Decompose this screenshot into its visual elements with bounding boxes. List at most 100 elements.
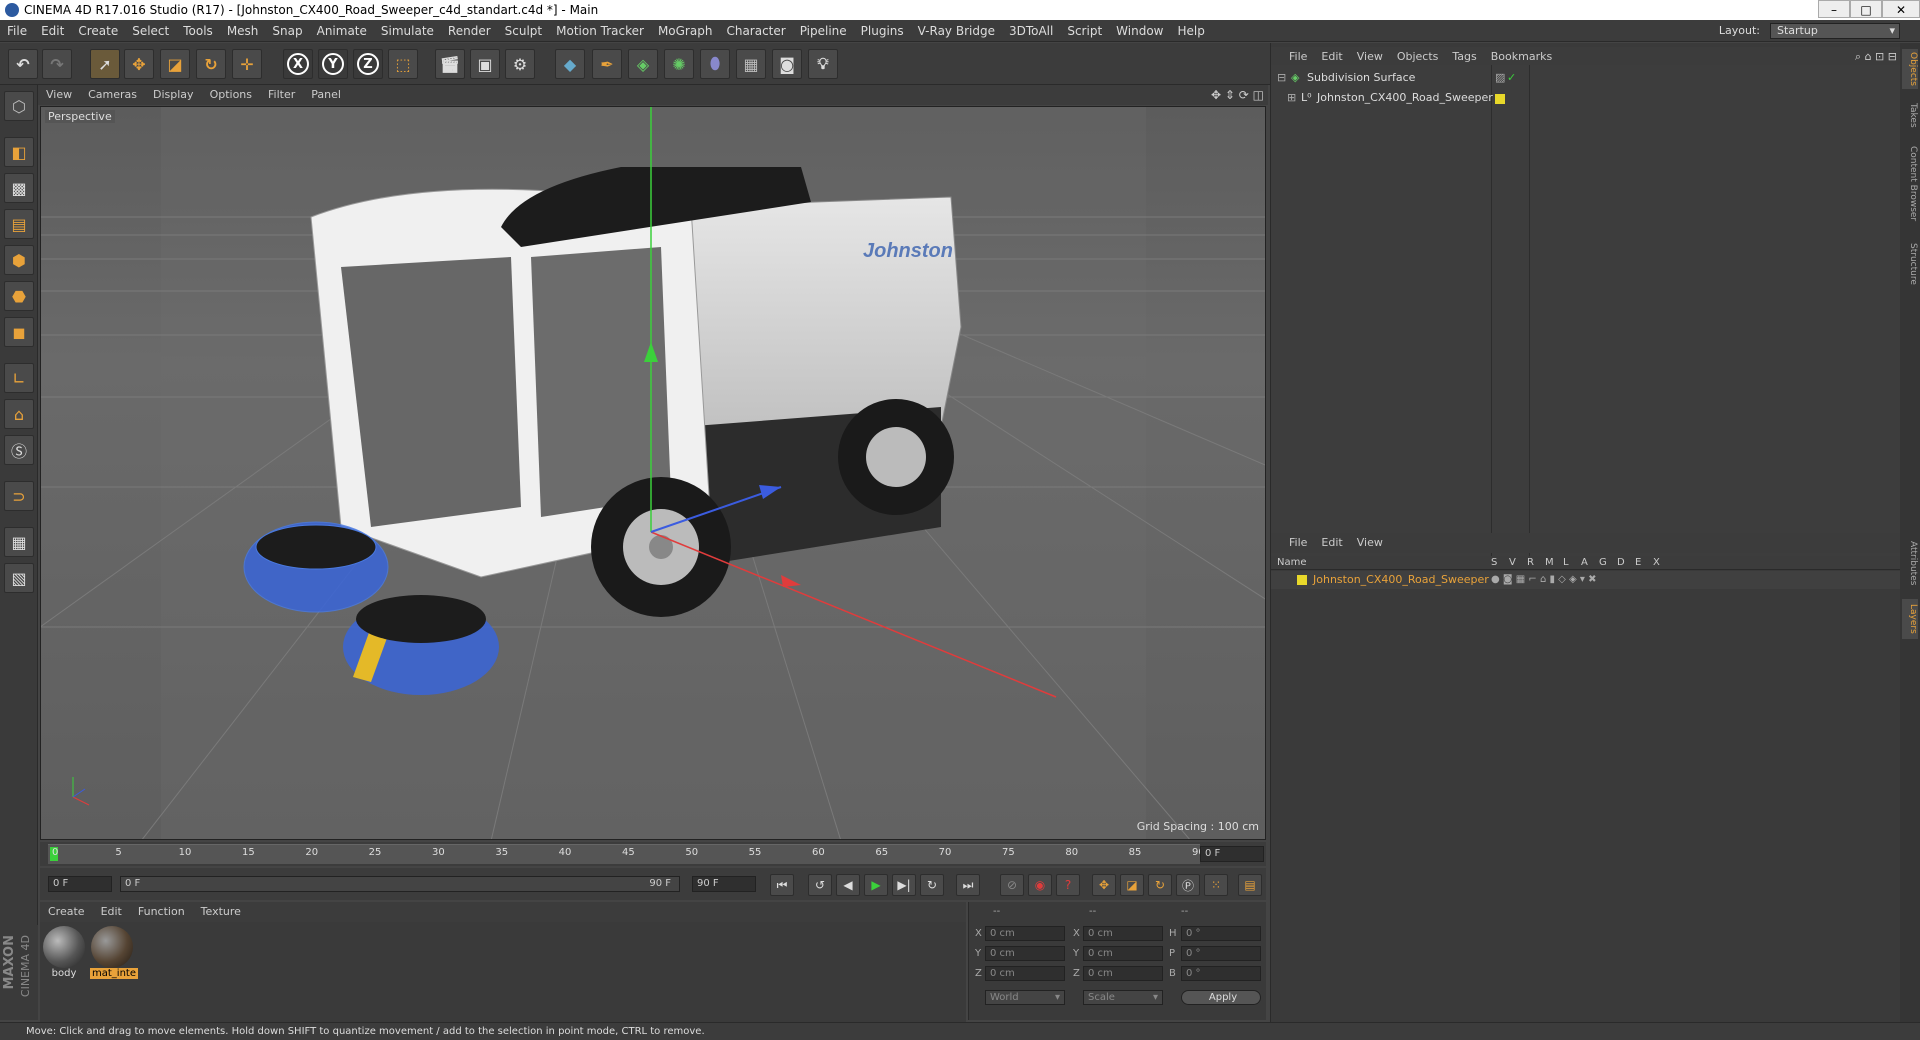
enabled-check-icon[interactable]: ✓ bbox=[1507, 69, 1516, 87]
tab-objects[interactable]: Objects bbox=[1902, 49, 1918, 89]
menu-mesh[interactable]: Mesh bbox=[220, 20, 266, 42]
menu-animate[interactable]: Animate bbox=[310, 20, 374, 42]
tab-content-browser[interactable]: Content Browser bbox=[1902, 139, 1918, 229]
layer-row[interactable]: Johnston_CX400_Road_Sweeper ● ◙ ▦ ⌐ ⌂ ▮ … bbox=[1271, 571, 1901, 589]
go-to-start-button[interactable]: ⏮ bbox=[770, 874, 794, 896]
menu-tools[interactable]: Tools bbox=[176, 20, 220, 42]
material-menu-function[interactable]: Function bbox=[130, 902, 193, 922]
layer-color-swatch[interactable] bbox=[1495, 94, 1505, 104]
polygons-mode-button[interactable]: ◼ bbox=[4, 317, 34, 347]
timeline-layout-button[interactable]: ▤ bbox=[1238, 874, 1262, 896]
menu-file[interactable]: File bbox=[0, 20, 34, 42]
menu-create[interactable]: Create bbox=[71, 20, 125, 42]
close-button[interactable]: ✕ bbox=[1882, 0, 1920, 18]
menu-mograph[interactable]: MoGraph bbox=[651, 20, 720, 42]
tab-layers[interactable]: Layers bbox=[1902, 599, 1918, 639]
menu-simulate[interactable]: Simulate bbox=[374, 20, 441, 42]
recent-tool-button[interactable]: ✛ bbox=[232, 49, 262, 79]
material-body[interactable]: body bbox=[42, 926, 86, 982]
scale-dropdown[interactable]: Scale ▾ bbox=[1083, 990, 1163, 1005]
viewport-menu-panel[interactable]: Panel bbox=[303, 85, 349, 105]
material-menu-edit[interactable]: Edit bbox=[93, 902, 130, 922]
planar-workplane-button[interactable]: ▧ bbox=[4, 563, 34, 593]
viewport-menu-cameras[interactable]: Cameras bbox=[80, 85, 145, 105]
tree-row-sweeper[interactable]: ⊞ L⁰ Johnston_CX400_Road_Sweeper bbox=[1271, 89, 1901, 107]
workplane-lock-button[interactable]: ▦ bbox=[4, 527, 34, 557]
axis-mode-button[interactable]: ∟ bbox=[4, 363, 34, 393]
texture-mode-button[interactable]: ▩ bbox=[4, 173, 34, 203]
subdivision-button[interactable]: ◈ bbox=[628, 49, 658, 79]
keyframe-selection-button[interactable]: ? bbox=[1056, 874, 1080, 896]
live-selection-button[interactable]: ➚ bbox=[90, 49, 120, 79]
viewport-menu-options[interactable]: Options bbox=[202, 85, 260, 105]
layer-color-swatch[interactable] bbox=[1297, 575, 1307, 585]
object-menu-bookmarks[interactable]: Bookmarks bbox=[1484, 47, 1559, 67]
object-manager-nav-icons[interactable]: ⌕ ⌂ ⊡ ⊟ bbox=[1855, 47, 1897, 67]
y-axis-lock-button[interactable]: Y bbox=[318, 49, 348, 79]
key-parameter-button[interactable]: Ⓟ bbox=[1176, 874, 1200, 896]
tab-structure[interactable]: Structure bbox=[1902, 239, 1918, 289]
size-z-field[interactable]: 0 cm bbox=[1083, 966, 1163, 981]
object-menu-view[interactable]: View bbox=[1350, 47, 1390, 67]
start-frame-field[interactable]: 0 F bbox=[48, 876, 112, 892]
menu-motion-tracker[interactable]: Motion Tracker bbox=[549, 20, 651, 42]
edges-mode-button[interactable]: ⬣ bbox=[4, 281, 34, 311]
minimize-button[interactable]: – bbox=[1818, 0, 1850, 18]
render-picture-viewer-button[interactable]: ▣ bbox=[470, 49, 500, 79]
layer-toggle-icons[interactable]: ● ◙ ▦ ⌐ ⌂ ▮ ◇ ◈ ▾ ✖ bbox=[1491, 571, 1597, 589]
layer-menu-file[interactable]: File bbox=[1271, 533, 1314, 553]
menu-character[interactable]: Character bbox=[719, 20, 792, 42]
tree-row-subdivision-surface[interactable]: ⊟ ◈ Subdivision Surface ▨ ✓ bbox=[1271, 69, 1901, 87]
maximize-button[interactable]: □ bbox=[1850, 0, 1882, 18]
autokey-button[interactable]: ◉ bbox=[1028, 874, 1052, 896]
magnet-button[interactable]: ⊃ bbox=[4, 481, 34, 511]
menu-sculpt[interactable]: Sculpt bbox=[498, 20, 549, 42]
move-tool-button[interactable]: ✥ bbox=[124, 49, 154, 79]
rot-p-field[interactable]: 0 ° bbox=[1181, 946, 1261, 961]
perspective-viewport[interactable]: Johnston Perspective Grid Spacing: 100 … bbox=[40, 106, 1266, 840]
end-frame-field[interactable]: 90 F bbox=[692, 876, 756, 892]
menu-pipeline[interactable]: Pipeline bbox=[793, 20, 854, 42]
light-button[interactable]: 💡︎ bbox=[808, 49, 838, 79]
snap-button[interactable]: Ⓢ bbox=[4, 435, 34, 465]
model-mode-button[interactable]: ◧ bbox=[4, 137, 34, 167]
material-menu-texture[interactable]: Texture bbox=[193, 902, 249, 922]
scale-tool-button[interactable]: ◪ bbox=[160, 49, 190, 79]
tweak-mode-button[interactable]: ⌂ bbox=[4, 399, 34, 429]
rot-b-field[interactable]: 0 ° bbox=[1181, 966, 1261, 981]
next-key-button[interactable]: ↻ bbox=[920, 874, 944, 896]
viewport-nav-icons[interactable]: ✥ ⇕ ⟳ ◫ bbox=[1211, 85, 1264, 105]
key-rotation-button[interactable]: ↻ bbox=[1148, 874, 1172, 896]
x-axis-lock-button[interactable]: X bbox=[283, 49, 313, 79]
apply-button[interactable]: Apply bbox=[1181, 990, 1261, 1005]
key-pla-button[interactable]: ⁙ bbox=[1204, 874, 1228, 896]
object-menu-tags[interactable]: Tags bbox=[1445, 47, 1483, 67]
menu-plugins[interactable]: Plugins bbox=[854, 20, 911, 42]
points-mode-button[interactable]: ⬢ bbox=[4, 245, 34, 275]
object-menu-objects[interactable]: Objects bbox=[1390, 47, 1446, 67]
menu-edit[interactable]: Edit bbox=[34, 20, 71, 42]
menu-snap[interactable]: Snap bbox=[265, 20, 309, 42]
layout-dropdown[interactable]: Startup ▾ bbox=[1770, 23, 1900, 39]
play-button[interactable]: ▶ bbox=[864, 874, 888, 896]
collapse-icon[interactable]: ⊟ bbox=[1277, 69, 1286, 87]
undo-button[interactable]: ↶ bbox=[8, 49, 38, 79]
material-menu-create[interactable]: Create bbox=[40, 902, 93, 922]
material-mat-inte[interactable]: mat_inte bbox=[90, 926, 138, 982]
workplane-mode-button[interactable]: ▤ bbox=[4, 209, 34, 239]
menu-window[interactable]: Window bbox=[1109, 20, 1170, 42]
render-view-button[interactable]: 🎬︎ bbox=[435, 49, 465, 79]
world-dropdown[interactable]: World ▾ bbox=[985, 990, 1065, 1005]
floor-button[interactable]: ▦ bbox=[736, 49, 766, 79]
menu-select[interactable]: Select bbox=[125, 20, 176, 42]
pen-spline-button[interactable]: ✒ bbox=[592, 49, 622, 79]
viewport-menu-filter[interactable]: Filter bbox=[260, 85, 303, 105]
cube-button[interactable]: ◆ bbox=[555, 49, 585, 79]
coordinate-system-button[interactable]: ⬚ bbox=[388, 49, 418, 79]
previous-key-button[interactable]: ↺ bbox=[808, 874, 832, 896]
frame-range-slider[interactable]: 0 F 90 F bbox=[120, 876, 680, 892]
size-y-field[interactable]: 0 cm bbox=[1083, 946, 1163, 961]
size-x-field[interactable]: 0 cm bbox=[1083, 926, 1163, 941]
z-axis-lock-button[interactable]: Z bbox=[353, 49, 383, 79]
menu-script[interactable]: Script bbox=[1060, 20, 1109, 42]
